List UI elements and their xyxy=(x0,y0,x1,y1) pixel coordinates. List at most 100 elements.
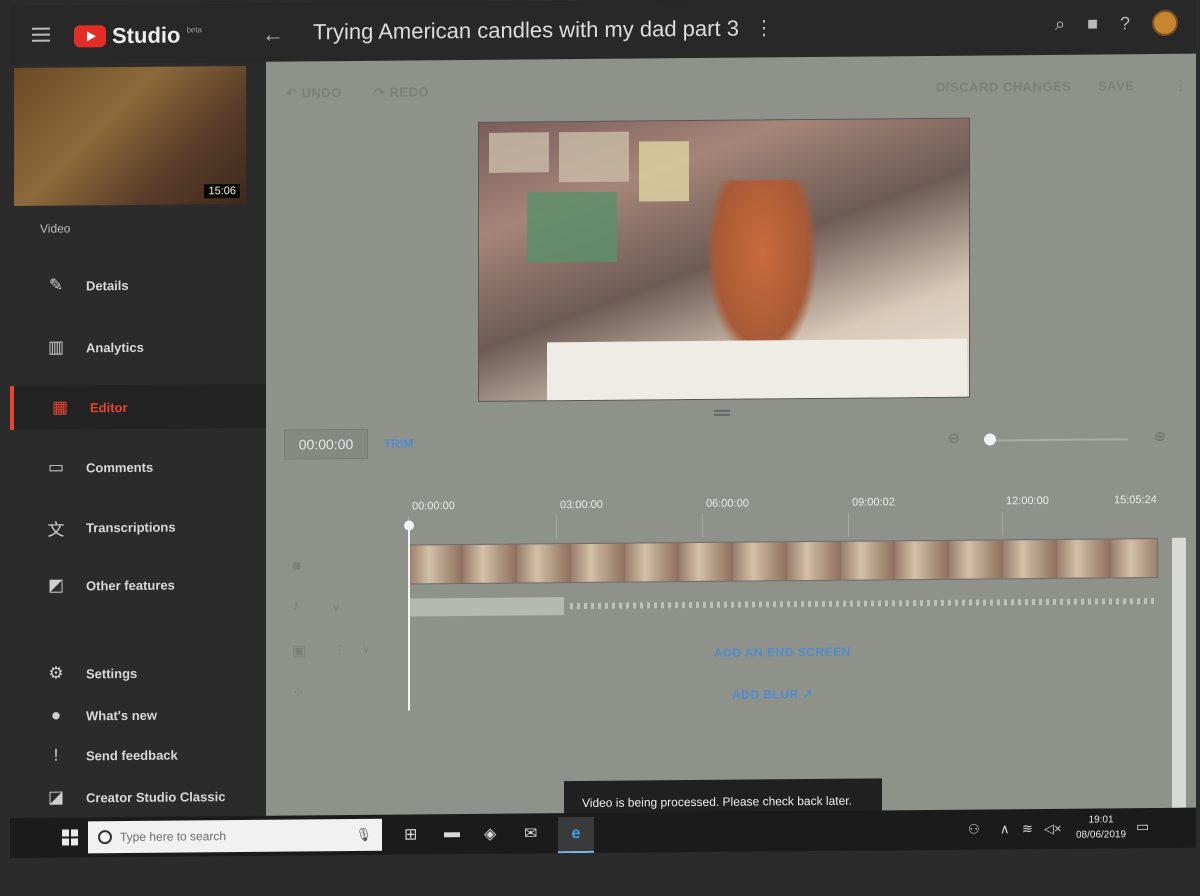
resize-handle[interactable] xyxy=(714,409,730,416)
sidebar-item-label: Send feedback xyxy=(86,747,178,763)
blur-track-icon: ⁘ xyxy=(292,684,305,702)
editor-icon: ▦ xyxy=(51,397,69,417)
audio-waveform xyxy=(570,597,1156,610)
sidebar-item-creator-studio-classic[interactable]: ◪ Creator Studio Classic xyxy=(10,774,266,820)
more-vertical-icon[interactable]: ⋮ xyxy=(334,643,345,656)
sidebar-item-label: Analytics xyxy=(86,339,144,355)
video-track-icon: ■ xyxy=(292,557,302,575)
video-preview[interactable] xyxy=(478,117,970,402)
classic-icon: ◪ xyxy=(47,787,65,807)
sidebar-item-transcriptions[interactable]: 文 Transcriptions xyxy=(10,504,266,550)
youtube-play-icon xyxy=(74,25,106,48)
preview-poster xyxy=(489,132,549,173)
trim-button[interactable]: TRIM xyxy=(384,436,413,450)
taskbar-search[interactable]: Type here to search 🎙 xyxy=(88,818,382,854)
task-view-icon[interactable]: ⊞ xyxy=(404,824,417,844)
sidebar-item-label: Settings xyxy=(86,665,138,681)
back-arrow-icon[interactable]: ← xyxy=(262,22,284,48)
notifications-icon[interactable]: ▭ xyxy=(1136,818,1149,835)
sidebar-item-send-feedback[interactable]: ! Send feedback xyxy=(10,732,266,778)
system-clock[interactable]: 19:01 08/06/2019 xyxy=(1076,812,1126,842)
comments-icon: ▭ xyxy=(47,457,65,477)
editor-main: ↶ UNDO ↷ REDO DISCARD CHANGES SAVE ⋮ 00:… xyxy=(266,53,1196,822)
volume-muted-icon[interactable]: ◁× xyxy=(1044,821,1062,837)
sidebar-item-details[interactable]: ✎ Details xyxy=(10,262,266,308)
more-vertical-icon[interactable]: ⋮ xyxy=(1174,78,1188,94)
chevron-down-icon[interactable]: ∨ xyxy=(332,601,340,614)
zoom-slider[interactable] xyxy=(988,438,1128,442)
studio-logo[interactable]: Studio beta xyxy=(74,22,202,49)
ruler-tick xyxy=(1002,511,1003,536)
cortana-icon xyxy=(98,830,112,845)
wifi-icon[interactable]: ≋ xyxy=(1022,821,1033,837)
edge-browser-icon[interactable]: e xyxy=(558,816,594,854)
redo-icon: ↷ xyxy=(374,84,390,100)
zoom-slider-knob[interactable] xyxy=(984,433,996,446)
preview-table xyxy=(547,338,967,402)
ruler-tick xyxy=(848,512,849,537)
zoom-out-icon[interactable]: ⊖ xyxy=(948,430,960,447)
add-blur-button[interactable]: ADD BLUR ↗ xyxy=(732,687,813,702)
preview-poster xyxy=(527,191,617,263)
zoom-in-icon[interactable]: ⊕ xyxy=(1154,428,1166,445)
add-blur-label: ADD BLUR xyxy=(732,687,799,702)
microphone-icon[interactable]: 🎙 xyxy=(355,827,372,843)
sidebar-item-label: What's new xyxy=(86,707,157,723)
more-vertical-icon[interactable]: ⋮ xyxy=(754,15,774,40)
redo-label: REDO xyxy=(389,84,430,100)
editor-toolbar: ↶ UNDO ↷ REDO DISCARD CHANGES SAVE ⋮ xyxy=(266,54,1196,122)
undo-label: UNDO xyxy=(301,85,342,101)
sidebar-item-label: Other features xyxy=(86,577,175,593)
store-icon[interactable]: ◈ xyxy=(484,824,496,844)
ruler-tick xyxy=(556,515,557,540)
video-track[interactable] xyxy=(408,537,1158,585)
sidebar-item-whats-new[interactable]: ● What's new xyxy=(10,692,266,738)
brand-name: Studio xyxy=(112,22,181,49)
thumbnail-duration: 15:06 xyxy=(204,183,240,199)
translate-icon: 文 xyxy=(47,520,65,540)
sidebar-item-other-features[interactable]: ◩ Other features xyxy=(10,562,266,608)
menu-icon[interactable] xyxy=(32,27,50,42)
people-icon[interactable]: ⚇ xyxy=(968,822,980,838)
brand-tag: beta xyxy=(186,24,203,34)
redo-button[interactable]: ↷ REDO xyxy=(374,84,429,100)
scrollbar[interactable] xyxy=(1172,537,1186,808)
chevron-down-icon[interactable]: ∨ xyxy=(362,643,370,656)
ruler-tick-label: 09:00:02 xyxy=(852,496,895,509)
help-icon[interactable]: ? xyxy=(1120,13,1130,34)
sidebar-item-label: Comments xyxy=(86,459,154,475)
monitor-bezel: Studio beta ← Trying American candles wi… xyxy=(0,0,1200,896)
avatar[interactable] xyxy=(1152,9,1178,37)
search-icon[interactable]: ⌕ xyxy=(1055,13,1065,34)
audio-track-block[interactable] xyxy=(408,597,564,617)
timeline-ruler: 00:00:00 03:00:00 06:00:00 09:00:02 12:0… xyxy=(406,493,1166,541)
file-explorer-icon[interactable]: ▬ xyxy=(444,824,460,842)
feedback-icon: ! xyxy=(53,745,59,765)
mail-icon[interactable]: ✉ xyxy=(524,823,537,843)
windows-start-icon[interactable] xyxy=(62,829,78,846)
sidebar-section-label: Video xyxy=(40,221,71,236)
other-features-icon: ◩ xyxy=(47,575,65,595)
chevron-up-icon[interactable]: ∧ xyxy=(1000,821,1010,837)
sidebar-item-settings[interactable]: ⚙ Settings xyxy=(10,650,266,696)
save-button[interactable]: SAVE xyxy=(1098,78,1134,93)
sidebar-item-label: Editor xyxy=(90,399,128,415)
external-link-icon: ↗ xyxy=(802,686,814,702)
discard-changes-button[interactable]: DISCARD CHANGES xyxy=(936,79,1071,95)
add-end-screen-button[interactable]: ADD AN END SCREEN xyxy=(714,645,851,660)
video-thumbnail[interactable]: 15:06 xyxy=(14,65,246,206)
undo-button[interactable]: ↶ UNDO xyxy=(286,85,342,101)
create-video-icon[interactable]: ■ xyxy=(1087,13,1098,34)
ruler-tick-label: 00:00:00 xyxy=(412,500,455,513)
search-placeholder: Type here to search xyxy=(120,829,227,845)
playhead[interactable] xyxy=(408,524,410,711)
sidebar-item-comments[interactable]: ▭ Comments xyxy=(10,444,266,490)
timeline-tracks: ■ ♪ ∨ ▣ ⋮ ∨ ⁘ ADD AN END SCREEN ADD BLUR… xyxy=(266,524,1196,726)
sidebar-item-editor[interactable]: ▦ Editor xyxy=(10,383,266,430)
gear-icon: ⚙ xyxy=(48,663,64,683)
ruler-tick-label: 15:05:24 xyxy=(1114,493,1157,507)
sidebar-item-label: Transcriptions xyxy=(86,519,176,535)
timecode-display[interactable]: 00:00:00 xyxy=(284,428,368,460)
sidebar-item-analytics[interactable]: ▥ Analytics xyxy=(10,324,266,370)
clock-time: 19:01 xyxy=(1088,814,1114,826)
